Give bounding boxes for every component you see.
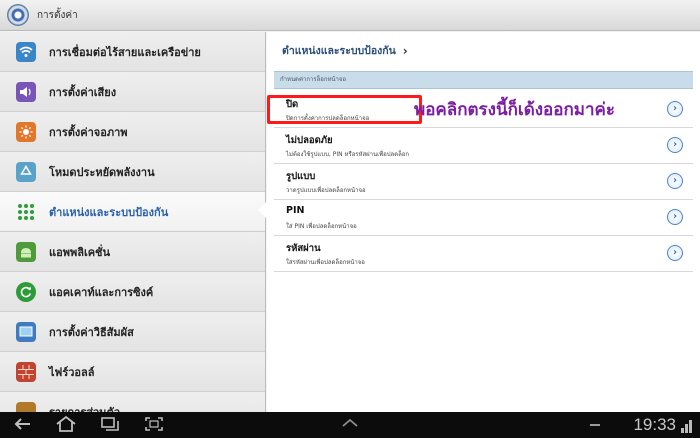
sidebar-item-label: แอคเคาท์และการซิงค์ [49, 285, 154, 299]
home-icon[interactable] [54, 415, 78, 434]
selection-pointer [258, 201, 267, 219]
speaker-icon [16, 81, 36, 102]
option-desc: ไม่ต้องใช้รูปแบบ, PIN หรือรหัสผ่านเพื่อป… [286, 151, 410, 158]
title-bar: การตั้งค่า [0, 0, 700, 31]
chevron-right-icon[interactable]: › [667, 209, 683, 225]
recent-apps-icon[interactable] [98, 416, 122, 434]
wifi-icon [16, 41, 36, 62]
settings-gear-icon [7, 4, 29, 26]
sidebar-item-label: การเชื่อมต่อไร้สายและเครือข่าย [49, 45, 201, 59]
section-header: กำหนดค่าการล็อกหน้าจอ [274, 71, 693, 89]
screen-icon [16, 321, 36, 342]
chevron-up-icon[interactable] [338, 416, 362, 434]
sidebar-item-wireless[interactable]: การเชื่อมต่อไร้สายและเครือข่าย [0, 32, 265, 72]
chevron-right-icon: › [402, 43, 408, 58]
brick-wall-icon [16, 361, 36, 382]
option-password[interactable]: รหัสผ่าน ใส่รหัสผ่านเพื่อปลดล็อกหน้าจอ › [274, 236, 693, 272]
sidebar-item-label: ไฟร์วอลล์ [49, 365, 95, 379]
brightness-icon [16, 121, 36, 142]
sidebar-item-location-security[interactable]: ตำแหน่งและระบบป้องกัน [0, 192, 265, 232]
briefcase-icon [16, 401, 36, 412]
recycle-icon [16, 161, 36, 182]
sidebar-item-label: การตั้งค่าวิธีสัมผัส [49, 325, 134, 339]
sidebar-item-label: การตั้งค่าเสียง [49, 85, 117, 99]
sidebar-item-firewall[interactable]: ไฟร์วอลล์ [0, 352, 265, 392]
android-icon [16, 241, 36, 262]
sidebar-item-label: โหมดประหยัดพลังงาน [49, 165, 155, 179]
navigation-bar: 19:33 [0, 412, 700, 438]
sidebar-item-display[interactable]: การตั้งค่าจอภาพ [0, 112, 265, 152]
sidebar-item-label: ตำแหน่งและระบบป้องกัน [49, 205, 169, 219]
sidebar-item-label: แอพพลิเคชั่น [49, 245, 111, 259]
option-pattern[interactable]: รูปแบบ วาดรูปแบบเพื่อปลดล็อกหน้าจอ › [274, 164, 693, 200]
chevron-right-icon[interactable]: › [667, 101, 683, 117]
sync-icon [16, 281, 36, 302]
sidebar-item-applications[interactable]: แอพพลิเคชั่น [0, 232, 265, 272]
screenshot-icon[interactable] [142, 416, 166, 434]
option-desc: ใส่ PIN เพื่อปลดล็อกหน้าจอ [286, 223, 357, 230]
app-title: การตั้งค่า [37, 9, 78, 21]
highlight-box [267, 95, 422, 124]
sidebar-item-power-saving[interactable]: โหมดประหยัดพลังงาน [0, 152, 265, 192]
chevron-right-icon[interactable]: › [667, 245, 683, 261]
clock-time: 19:33 [633, 415, 676, 434]
minus-icon [588, 416, 602, 434]
sidebar-item-label: รายการส่วนตัว [49, 405, 121, 413]
sidebar: การเชื่อมต่อไร้สายและเครือข่าย การตั้งค่… [0, 32, 266, 412]
option-title: ไม่ปลอดภัย [286, 135, 333, 146]
page-title: ตำแหน่งและระบบป้องกัน [282, 45, 396, 57]
chevron-right-icon[interactable]: › [667, 137, 683, 153]
sidebar-item-label: การตั้งค่าจอภาพ [49, 125, 128, 139]
main-panel: ตำแหน่งและระบบป้องกัน › กำหนดค่าการล็อกห… [267, 32, 700, 412]
option-title: PIN [286, 205, 305, 216]
chevron-right-icon[interactable]: › [667, 173, 683, 189]
signal-icon [681, 417, 695, 433]
sidebar-item-personal[interactable]: รายการส่วนตัว [0, 392, 265, 412]
option-not-secure[interactable]: ไม่ปลอดภัย ไม่ต้องใช้รูปแบบ, PIN หรือรหั… [274, 128, 693, 164]
option-title: รหัสผ่าน [286, 243, 321, 254]
sidebar-item-sound[interactable]: การตั้งค่าเสียง [0, 72, 265, 112]
sidebar-item-accounts-sync[interactable]: แอคเคาท์และการซิงค์ [0, 272, 265, 312]
grid-dots-icon [16, 202, 36, 222]
option-title: รูปแบบ [286, 171, 316, 182]
option-pin[interactable]: PIN ใส่ PIN เพื่อปลดล็อกหน้าจอ › [274, 200, 693, 236]
sidebar-item-touch-settings[interactable]: การตั้งค่าวิธีสัมผัส [0, 312, 265, 352]
annotation-text: พอคลิกตรงนี้ก็เด้งออกมาค่ะ [414, 100, 616, 120]
breadcrumb[interactable]: ตำแหน่งและระบบป้องกัน › [282, 42, 408, 59]
back-icon[interactable] [10, 416, 34, 434]
option-desc: วาดรูปแบบเพื่อปลดล็อกหน้าจอ [286, 187, 366, 194]
option-desc: ใส่รหัสผ่านเพื่อปลดล็อกหน้าจอ [286, 259, 365, 266]
